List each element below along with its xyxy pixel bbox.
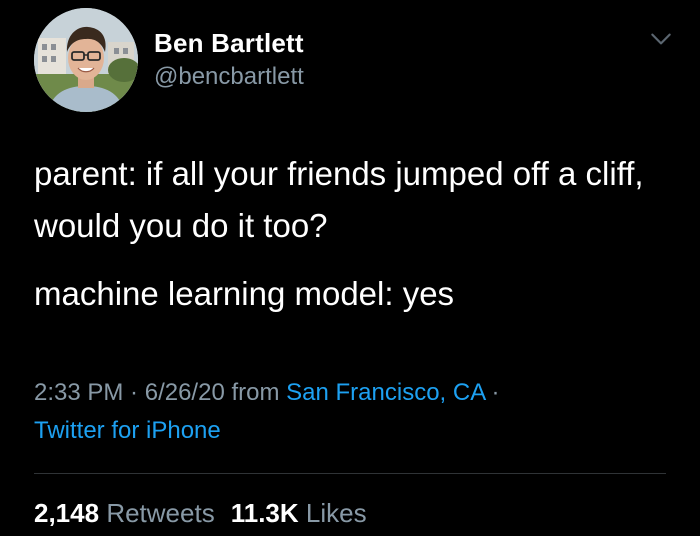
tweet-header: Ben Bartlett @bencbartlett (34, 8, 674, 112)
chevron-down-icon[interactable] (648, 26, 674, 52)
tweet-text-line: parent: if all your friends jumped off a… (34, 155, 644, 244)
meta-separator: · (484, 379, 500, 406)
tweet: Ben Bartlett @bencbartlett parent: if al… (0, 0, 700, 536)
location-link[interactable]: San Francisco, CA (286, 379, 485, 406)
likes-label: Likes (305, 498, 367, 528)
likes-count: 11.3K (230, 498, 299, 528)
retweets-stat[interactable]: 2,148 Retweets (34, 498, 215, 528)
tweet-stats: 2,148 Retweets 11.3K Likes (34, 496, 367, 530)
tweet-text-line: machine learning model: yes (34, 275, 455, 312)
display-name[interactable]: Ben Bartlett (154, 28, 304, 58)
tweet-date[interactable]: 6/26/20 (145, 379, 225, 406)
divider (34, 473, 666, 474)
retweets-count: 2,148 (34, 498, 100, 528)
tweet-meta: 2:33 PM · 6/26/20 from San Francisco, CA… (34, 374, 674, 450)
user-names: Ben Bartlett @bencbartlett (154, 28, 304, 92)
avatar[interactable] (34, 8, 138, 112)
likes-stat[interactable]: 11.3K Likes (231, 498, 367, 528)
tweet-text: parent: if all your friends jumped off a… (34, 148, 674, 320)
source-link[interactable]: Twitter for iPhone (34, 417, 221, 444)
tweet-time[interactable]: 2:33 PM (34, 379, 123, 406)
meta-separator: · (123, 379, 145, 406)
user-handle[interactable]: @bencbartlett (154, 62, 304, 92)
meta-from: from (224, 379, 287, 406)
retweets-label: Retweets (106, 498, 215, 528)
